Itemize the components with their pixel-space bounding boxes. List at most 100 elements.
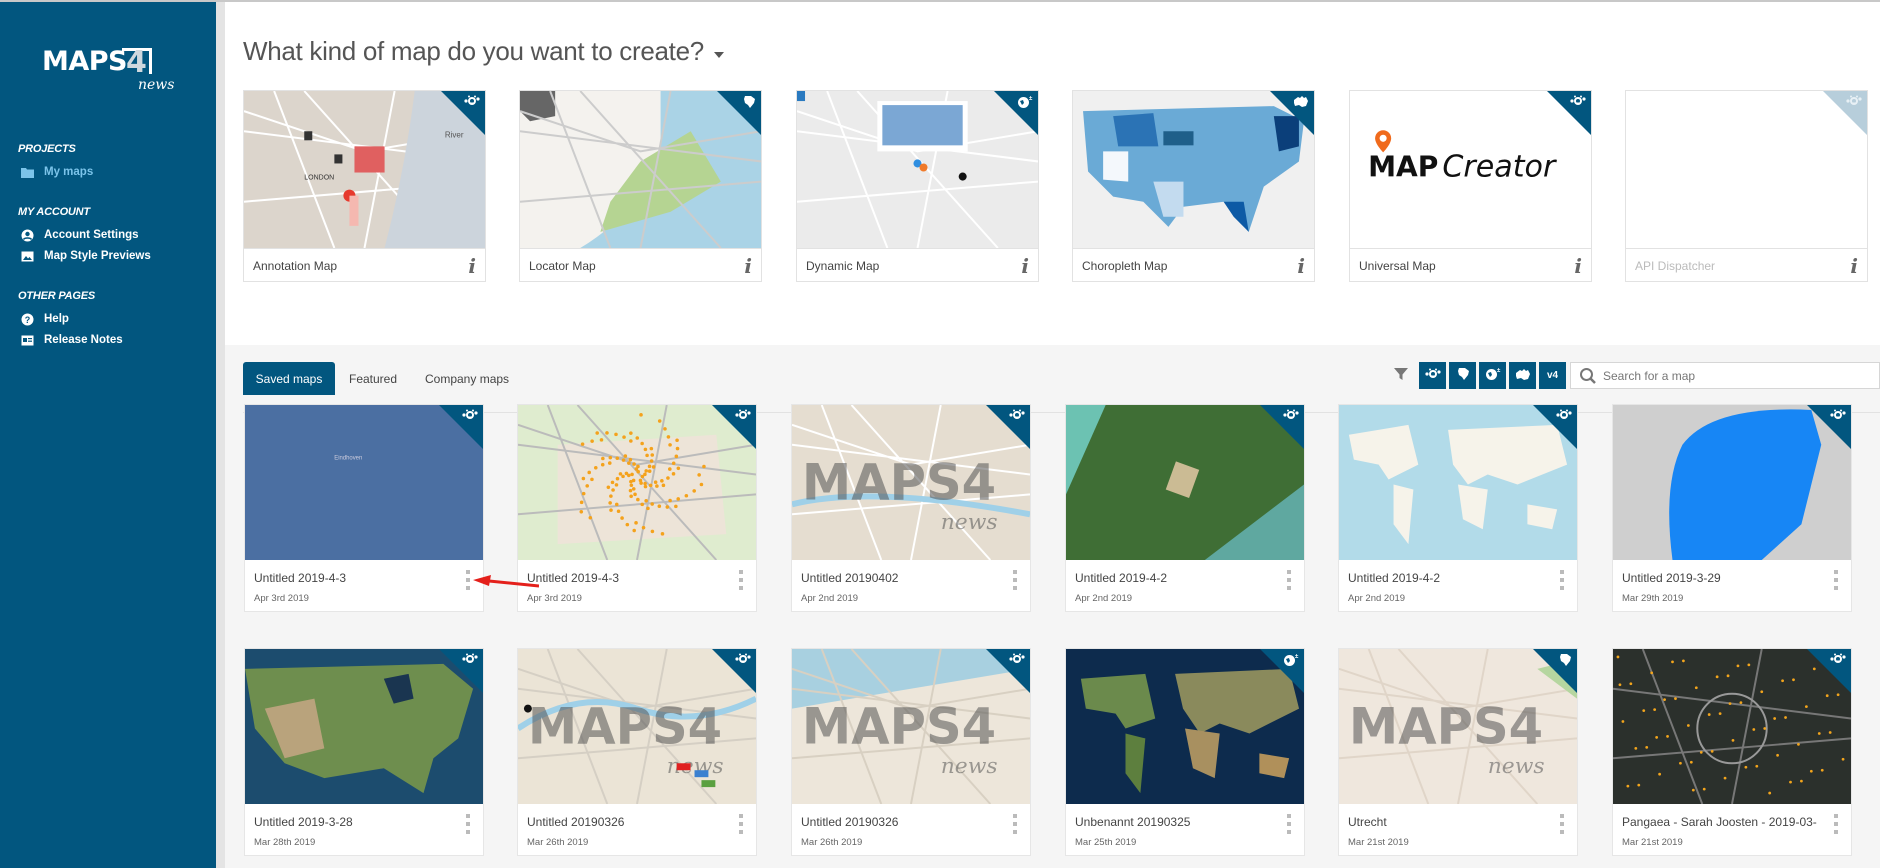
saved-map-card[interactable]: ± Unbenannt 20190325 Mar 25th 2019 bbox=[1065, 648, 1305, 856]
map-type-badge: ± bbox=[1260, 649, 1304, 693]
map-type-footer: Choropleth Map i bbox=[1073, 248, 1314, 282]
saved-map-thumbnail: Eindhoven bbox=[245, 405, 483, 560]
more-options-icon[interactable] bbox=[465, 814, 471, 834]
more-options-icon[interactable] bbox=[738, 570, 744, 590]
saved-map-thumbnail bbox=[1613, 405, 1851, 560]
maps4news-logo[interactable]: MAPS 4 news bbox=[42, 45, 177, 96]
australia-filter-button[interactable] bbox=[1509, 362, 1536, 389]
svg-text:MAPS4: MAPS4 bbox=[802, 697, 996, 755]
saved-map-thumbnail bbox=[1066, 405, 1304, 560]
sidebar-item-label: Account Settings bbox=[44, 229, 139, 241]
map-type-badge bbox=[1547, 91, 1591, 135]
sidebar-item-account-settings[interactable]: Account Settings bbox=[20, 228, 139, 242]
tab-featured[interactable]: Featured bbox=[337, 363, 409, 395]
map-type-badge bbox=[986, 405, 1030, 449]
more-options-icon[interactable] bbox=[738, 814, 744, 834]
saved-map-card[interactable]: Untitled 2019-3-29 Mar 29th 2019 bbox=[1612, 404, 1852, 612]
brazil-icon bbox=[1456, 367, 1470, 384]
map-type-footer: API Dispatcher i bbox=[1626, 248, 1867, 282]
saved-map-card[interactable]: MAPS4 news Untitled 20190402 Apr 2nd 2019 bbox=[791, 404, 1031, 612]
info-icon[interactable]: i bbox=[1574, 254, 1582, 278]
info-icon[interactable]: i bbox=[1297, 254, 1305, 278]
map-type-card-choropleth-map[interactable]: Choropleth Map i bbox=[1072, 90, 1315, 282]
saved-map-card[interactable]: Untitled 2019-4-3 Apr 3rd 2019 bbox=[517, 404, 757, 612]
sidebar-item-map-style-previews[interactable]: Map Style Previews bbox=[20, 249, 151, 263]
saved-map-card[interactable]: Untitled 2019-4-2 Apr 2nd 2019 bbox=[1338, 404, 1578, 612]
more-options-icon[interactable] bbox=[1286, 814, 1292, 834]
info-icon[interactable]: i bbox=[1850, 254, 1858, 278]
sidebar-item-my-maps[interactable]: My maps bbox=[20, 165, 93, 179]
tab-company-maps[interactable]: Company maps bbox=[413, 363, 521, 395]
search-input[interactable] bbox=[1603, 368, 1873, 383]
saved-map-title: Untitled 20190326 bbox=[801, 815, 899, 829]
filter-icon[interactable] bbox=[1394, 367, 1408, 381]
map-type-badge bbox=[1807, 405, 1851, 449]
svg-text:±: ± bbox=[1029, 96, 1033, 102]
more-options-icon[interactable] bbox=[1559, 814, 1565, 834]
markers-icon bbox=[1424, 368, 1441, 383]
map-type-badge bbox=[1823, 91, 1867, 135]
map-type-badge: ± bbox=[994, 91, 1038, 135]
sidebar-item-help[interactable]: ? Help bbox=[20, 312, 69, 326]
saved-map-date: Apr 2nd 2019 bbox=[801, 593, 859, 604]
more-options-icon[interactable] bbox=[1012, 570, 1018, 590]
map-type-badge bbox=[717, 91, 761, 135]
saved-map-date: Mar 26th 2019 bbox=[801, 837, 863, 848]
map-type-card-annotation-map[interactable]: LONDON River Annotation Map i bbox=[243, 90, 486, 282]
map-type-footer: Annotation Map i bbox=[244, 248, 485, 282]
more-options-icon[interactable] bbox=[1833, 570, 1839, 590]
more-options-icon[interactable] bbox=[1559, 570, 1565, 590]
saved-map-card[interactable]: MAPS4 news Untitled 20190326 Mar 26th 201… bbox=[517, 648, 757, 856]
saved-map-card[interactable]: Untitled 2019-3-28 Mar 28th 2019 bbox=[244, 648, 484, 856]
sidebar-item-label: Help bbox=[44, 313, 69, 325]
map-type-label: Choropleth Map bbox=[1082, 259, 1168, 273]
more-options-icon[interactable] bbox=[1012, 814, 1018, 834]
saved-map-card[interactable]: MAPS4 news Untitled 20190326 Mar 26th 201… bbox=[791, 648, 1031, 856]
folder-icon bbox=[20, 165, 34, 179]
globe-filter-button[interactable]: ± bbox=[1479, 362, 1506, 389]
map-type-thumbnail bbox=[1073, 91, 1314, 248]
map-type-footer: Locator Map i bbox=[520, 248, 761, 282]
saved-map-title: Unbenannt 20190325 bbox=[1075, 815, 1191, 829]
sidebar-item-label: My maps bbox=[44, 166, 94, 178]
info-icon[interactable]: i bbox=[744, 254, 752, 278]
saved-map-thumbnail: MAPS4 news bbox=[518, 649, 756, 804]
search-box[interactable] bbox=[1570, 362, 1880, 389]
section-other-pages: OTHER PAGES bbox=[18, 290, 96, 302]
saved-map-card[interactable]: Untitled 2019-4-2 Apr 2nd 2019 bbox=[1065, 404, 1305, 612]
svg-text:Creator: Creator bbox=[1442, 150, 1557, 185]
saved-map-card[interactable]: Pangaea - Sarah Joosten - 2019-03-... Ma… bbox=[1612, 648, 1852, 856]
saved-map-card[interactable]: Eindhoven Untitled 2019-4-3 Apr 3rd 2019 bbox=[244, 404, 484, 612]
newspaper-icon bbox=[20, 333, 34, 347]
map-type-thumbnail bbox=[520, 91, 761, 248]
more-options-icon[interactable] bbox=[1286, 570, 1292, 590]
tab-saved-maps[interactable]: Saved maps bbox=[243, 362, 335, 395]
map-type-card-dynamic-map[interactable]: ± Dynamic Map i bbox=[796, 90, 1039, 282]
saved-map-thumbnail bbox=[245, 649, 483, 804]
v4-filter-button[interactable]: v4 bbox=[1539, 362, 1566, 389]
sidebar-item-release-notes[interactable]: Release Notes bbox=[20, 333, 123, 347]
map-type-thumbnail: ± bbox=[797, 91, 1038, 248]
markers-filter-button[interactable] bbox=[1419, 362, 1446, 389]
map-type-card-locator-map[interactable]: Locator Map i bbox=[519, 90, 762, 282]
map-type-badge bbox=[1260, 405, 1304, 449]
map-type-label: Locator Map bbox=[529, 259, 596, 273]
saved-map-card[interactable]: MAPS4 news Utrecht Mar 21st 2019 bbox=[1338, 648, 1578, 856]
brazil-filter-button[interactable] bbox=[1449, 362, 1476, 389]
saved-map-thumbnail bbox=[518, 405, 756, 560]
svg-text:MAPS4: MAPS4 bbox=[528, 697, 722, 755]
map-type-badge bbox=[1807, 649, 1851, 693]
svg-text:MAP: MAP bbox=[1368, 151, 1438, 184]
map-type-badge bbox=[1270, 91, 1314, 135]
saved-map-title: Untitled 2019-3-29 bbox=[1622, 571, 1721, 585]
info-icon[interactable]: i bbox=[468, 254, 476, 278]
map-type-thumbnail bbox=[1626, 91, 1867, 248]
more-options-icon[interactable] bbox=[465, 570, 471, 590]
more-options-icon[interactable] bbox=[1833, 814, 1839, 834]
map-type-card-universal-map[interactable]: MAP Creator Universal Map i bbox=[1349, 90, 1592, 282]
saved-map-thumbnail bbox=[1613, 649, 1851, 804]
map-type-card-api-dispatcher[interactable]: API Dispatcher i bbox=[1625, 90, 1868, 282]
saved-map-title: Untitled 2019-4-3 bbox=[527, 571, 620, 585]
create-map-heading[interactable]: What kind of map do you want to create? bbox=[243, 36, 724, 67]
info-icon[interactable]: i bbox=[1021, 254, 1029, 278]
